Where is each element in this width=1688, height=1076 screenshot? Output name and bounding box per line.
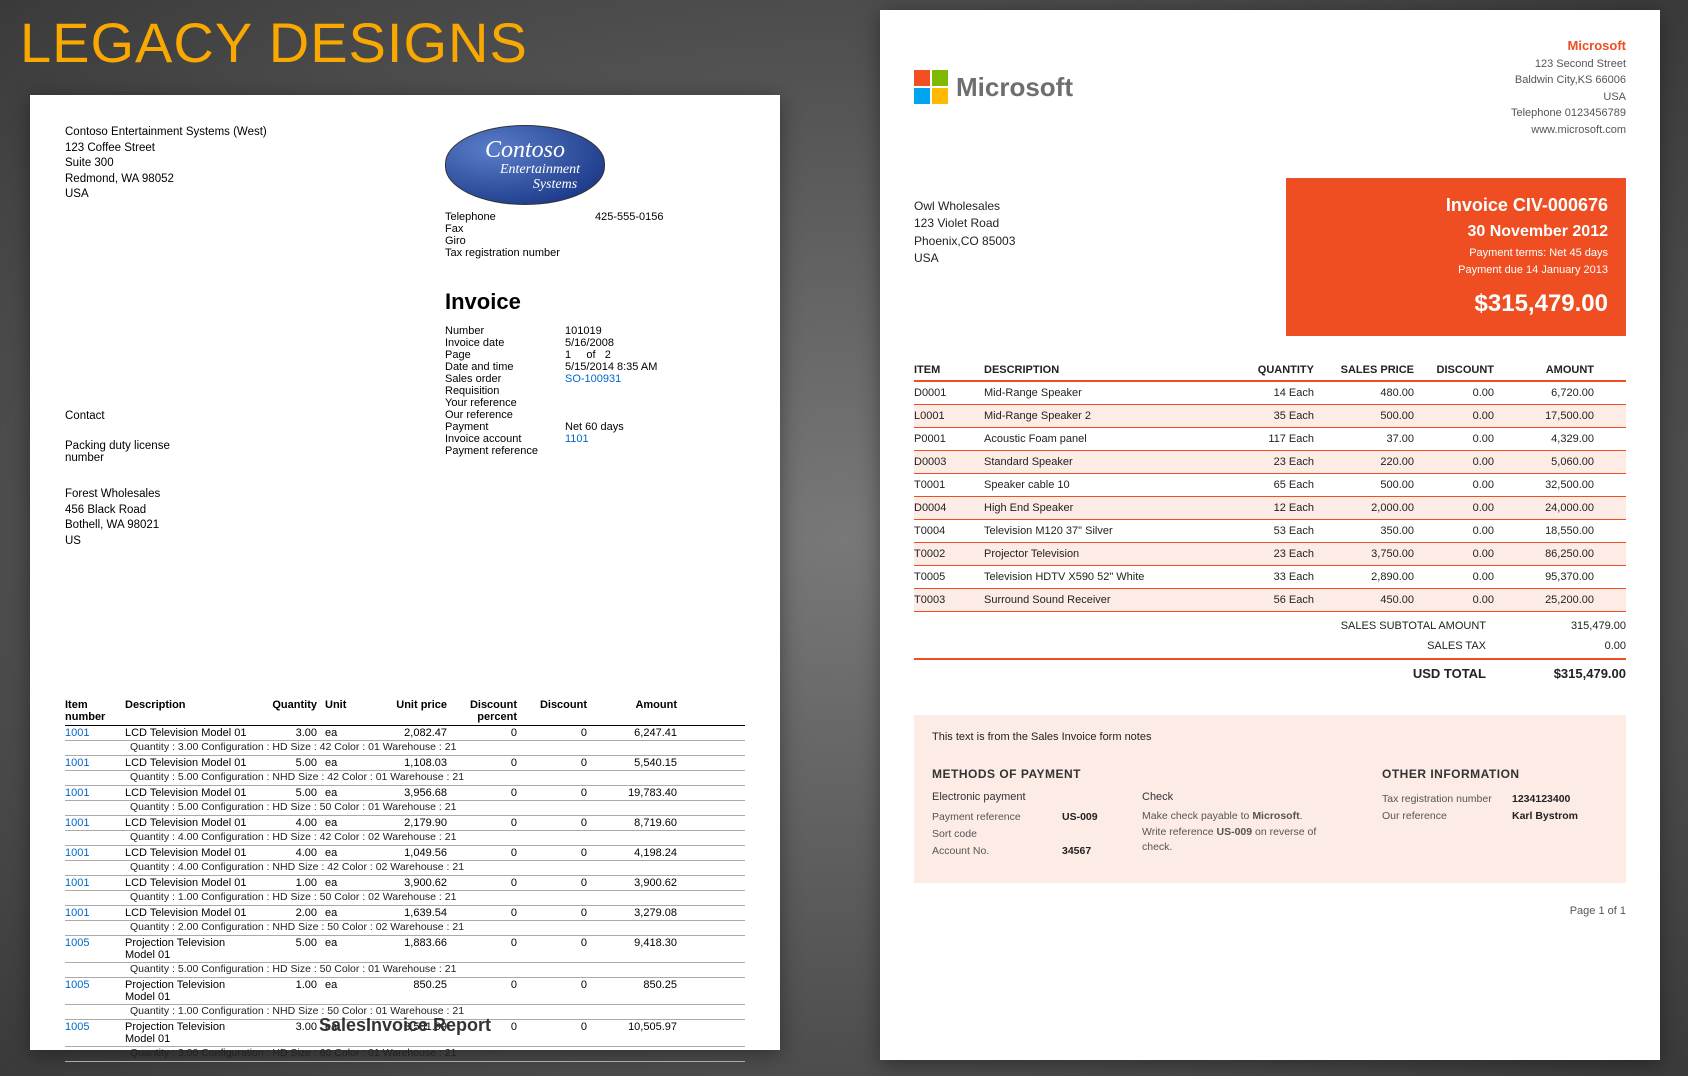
table-row: T0001Speaker cable 1065 Each500.000.0032… — [914, 474, 1626, 497]
line-detail: Quantity : 1.00 Configuration : HD Size … — [65, 891, 745, 906]
company-address: Microsoft 123 Second Street Baldwin City… — [1511, 36, 1626, 138]
packing-duty-label: Packing duty license number — [65, 440, 185, 464]
ship-to-address: Owl Wholesales 123 Violet Road Phoenix,C… — [914, 178, 1286, 336]
other-information-heading: OTHER INFORMATION — [1382, 767, 1608, 781]
check-instructions: Make check payable to Microsoft. Write r… — [1142, 809, 1342, 856]
line-detail: Quantity : 5.00 Configuration : HD Size … — [65, 801, 745, 816]
line-detail: Quantity : 2.00 Configuration : NHD Size… — [65, 921, 745, 936]
table-row: 1005Projection Television Model 011.00ea… — [65, 978, 745, 1005]
table-row: 1001LCD Television Model 014.00ea1,049.5… — [65, 846, 745, 861]
table-row: L0001Mid-Range Speaker 235 Each500.000.0… — [914, 405, 1626, 428]
company-address: Contoso Entertainment Systems (West) 123… — [65, 125, 267, 457]
table-row: D0004High End Speaker12 Each2,000.000.00… — [914, 497, 1626, 520]
footer-info-band: This text is from the Sales Invoice form… — [914, 715, 1626, 883]
legacy-invoice-page: Contoso Entertainment Systems (West) 123… — [30, 95, 780, 1050]
invoice-heading: Invoice — [445, 289, 745, 315]
table-row: T0002Projector Television23 Each3,750.00… — [914, 543, 1626, 566]
table-row: D0003Standard Speaker23 Each220.000.005,… — [914, 451, 1626, 474]
company-name: Contoso Entertainment Systems (West) — [65, 125, 267, 141]
line-detail: Quantity : 4.00 Configuration : HD Size … — [65, 831, 745, 846]
slide-title: LEGACY DESIGNS — [20, 10, 528, 75]
contoso-logo-icon: Contoso Entertainment Systems — [445, 125, 605, 205]
table-row: 1001LCD Television Model 015.00ea3,956.6… — [65, 786, 745, 801]
invoice-lines-table: Item number Description Quantity Unit Un… — [65, 699, 745, 1062]
table-row: 1001LCD Television Model 011.00ea3,900.6… — [65, 876, 745, 891]
table-row: D0001Mid-Range Speaker14 Each480.000.006… — [914, 382, 1626, 405]
table-row: T0005Television HDTV X590 52" White33 Ea… — [914, 566, 1626, 589]
table-row: 1001LCD Television Model 014.00ea2,179.9… — [65, 816, 745, 831]
microsoft-logo: Microsoft — [914, 36, 1073, 138]
line-detail: Quantity : 4.00 Configuration : NHD Size… — [65, 861, 745, 876]
contact-label: Contact — [65, 410, 185, 422]
page-number: Page 1 of 1 — [914, 905, 1626, 917]
table-row: T0003Surround Sound Receiver56 Each450.0… — [914, 589, 1626, 612]
contact-block: Telephone425-555-0156 Fax Giro Tax regis… — [445, 211, 745, 259]
microsoft-logo-icon — [914, 70, 948, 104]
invoice-meta: Number101019 Invoice date5/16/2008 Page1… — [445, 325, 745, 457]
table-row: P0001Acoustic Foam panel117 Each37.000.0… — [914, 428, 1626, 451]
totals-block: SALES SUBTOTAL AMOUNT315,479.00 SALES TA… — [914, 616, 1626, 685]
line-detail: Quantity : 5.00 Configuration : HD Size … — [65, 963, 745, 978]
table-row: 1001LCD Television Model 012.00ea1,639.5… — [65, 906, 745, 921]
line-detail: Quantity : 3.00 Configuration : HD Size … — [65, 1047, 745, 1062]
table-row: 1001LCD Television Model 015.00ea1,108.0… — [65, 756, 745, 771]
line-detail: Quantity : 5.00 Configuration : NHD Size… — [65, 771, 745, 786]
table-row: 1005Projection Television Model 015.00ea… — [65, 936, 745, 963]
methods-of-payment-heading: METHODS OF PAYMENT — [932, 767, 1102, 781]
modern-invoice-page: Microsoft Microsoft 123 Second Street Ba… — [880, 10, 1660, 1060]
ship-to-address: Forest Wholesales 456 Black Road Bothell… — [65, 487, 745, 549]
invoice-lines-table: ITEM DESCRIPTION QUANTITY SALES PRICE DI… — [914, 364, 1626, 612]
table-row: 1001LCD Television Model 013.00ea2,082.4… — [65, 726, 745, 741]
table-row: T0004Television M120 37" Silver53 Each35… — [914, 520, 1626, 543]
form-notes: This text is from the Sales Invoice form… — [932, 731, 1608, 743]
invoice-summary-band: Invoice CIV-000676 30 November 2012 Paym… — [1286, 178, 1626, 336]
report-footer: SalesInvoice Report — [30, 1015, 780, 1036]
line-detail: Quantity : 3.00 Configuration : HD Size … — [65, 741, 745, 756]
